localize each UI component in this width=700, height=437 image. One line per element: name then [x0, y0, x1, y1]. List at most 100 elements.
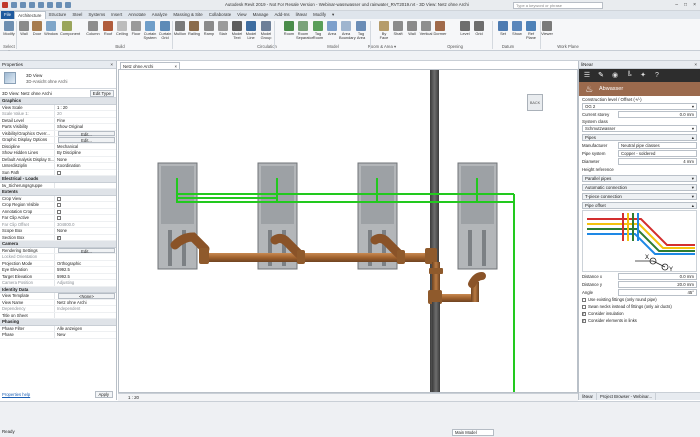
- measure-icon[interactable]: [56, 2, 62, 8]
- parallel-pipes-section[interactable]: Parallel pipes ▾: [582, 175, 697, 182]
- area-boundary-button[interactable]: Area Boundary: [339, 21, 356, 41]
- tab-manage[interactable]: Manage: [250, 11, 272, 19]
- property-checkbox[interactable]: [57, 196, 61, 201]
- tab-structure[interactable]: Structure: [46, 11, 70, 19]
- ribbon-group-room-area[interactable]: Room & Area ▾: [352, 44, 412, 49]
- property-checkbox[interactable]: [57, 203, 61, 207]
- property-value[interactable]: None: [54, 228, 116, 234]
- property-value[interactable]: [54, 208, 116, 214]
- property-value[interactable]: 5992.5: [54, 273, 116, 279]
- view-cube[interactable]: BACK: [527, 94, 543, 111]
- window-controls[interactable]: – □ ×: [675, 2, 696, 8]
- distance-y-input[interactable]: 20.0 mm: [618, 281, 697, 288]
- ref-plane-button[interactable]: Ref Plane: [524, 21, 538, 41]
- option-consider-elements-in-links[interactable]: Consider elements in links: [582, 318, 697, 324]
- wall-button[interactable]: Wall: [405, 21, 419, 36]
- property-value[interactable]: 5992.5: [54, 267, 116, 273]
- mullion-button[interactable]: Mullion: [173, 21, 187, 36]
- tab-collaborate[interactable]: Collaborate: [206, 11, 234, 19]
- checkbox[interactable]: [582, 298, 586, 302]
- room-separator-button[interactable]: Room Separator: [296, 21, 313, 41]
- viewer-button[interactable]: Viewer: [540, 21, 554, 36]
- modify-button[interactable]: Modify: [2, 21, 16, 36]
- option-consider-insulation[interactable]: Consider insulation: [582, 311, 697, 317]
- tab-linear[interactable]: liNear: [293, 11, 310, 19]
- tag-area-button[interactable]: Tag Area: [354, 21, 368, 41]
- room-button[interactable]: Room: [282, 21, 296, 36]
- floor-button[interactable]: Floor: [129, 21, 143, 36]
- revit-logo-icon[interactable]: [2, 2, 8, 8]
- stair-button[interactable]: Stair: [216, 21, 230, 36]
- property-value[interactable]: Edit...: [54, 137, 116, 143]
- property-value[interactable]: None: [54, 156, 116, 162]
- property-value[interactable]: Alle anzeigen: [54, 325, 116, 331]
- distance-x-input[interactable]: 0.0 mm: [618, 273, 697, 280]
- workset-select[interactable]: Main Model: [452, 429, 494, 436]
- tab-file[interactable]: File: [1, 11, 15, 19]
- option-use-existing-fittings-only-round-pipe[interactable]: Use existing fittings (only round pipe): [582, 297, 697, 303]
- close-icon[interactable]: ×: [693, 2, 696, 8]
- edit-type-button[interactable]: Edit Type: [89, 90, 114, 97]
- tab-more[interactable]: ▾: [329, 11, 337, 19]
- column-button[interactable]: Column: [86, 21, 100, 36]
- level-button[interactable]: Level: [458, 21, 472, 36]
- pencil-icon[interactable]: ✎: [597, 72, 605, 80]
- property-edit-button[interactable]: Edit...: [58, 137, 115, 143]
- property-value[interactable]: Netz ohne Archi: [54, 299, 116, 305]
- property-checkbox[interactable]: [57, 216, 61, 220]
- property-value[interactable]: Orthographic: [54, 260, 116, 266]
- tab-add-ins[interactable]: Add-Ins: [271, 11, 292, 19]
- automatic-connection-section[interactable]: Automatic connection ▾: [582, 184, 697, 191]
- model-text-button[interactable]: Model Text: [230, 21, 244, 41]
- property-value[interactable]: Show Original: [54, 124, 116, 130]
- tab-systems[interactable]: Systems: [85, 11, 108, 19]
- vertical-button[interactable]: Vertical: [419, 21, 433, 36]
- manufacturer-select[interactable]: Neutral pipe classes: [618, 142, 697, 149]
- component-button[interactable]: Component: [60, 21, 80, 36]
- bucket-icon[interactable]: ◉: [611, 72, 619, 80]
- property-checkbox[interactable]: [57, 235, 61, 240]
- panel-tab-linear[interactable]: liNear: [579, 393, 597, 400]
- option-swan-necks-instead-of-fittings-only-air-ducts[interactable]: Swan necks instead of fittings (only air…: [582, 304, 697, 310]
- property-value[interactable]: [54, 312, 116, 318]
- property-value[interactable]: Fine: [54, 117, 116, 123]
- text-icon[interactable]: [65, 2, 71, 8]
- panel-tab-project-browser-webinar[interactable]: Project Browser - Webinar...: [597, 393, 656, 400]
- property-checkbox[interactable]: [57, 170, 61, 175]
- redo-icon[interactable]: [38, 2, 44, 8]
- property-value[interactable]: New: [54, 332, 116, 338]
- window-button[interactable]: Window: [44, 21, 58, 36]
- property-value[interactable]: [54, 169, 116, 175]
- close-icon[interactable]: ×: [694, 61, 697, 69]
- area-button[interactable]: Area: [325, 21, 339, 36]
- curtain-system-button[interactable]: Curtain System: [143, 21, 157, 41]
- pipe-icon[interactable]: ╚: [625, 72, 633, 80]
- roof-button[interactable]: Roof: [101, 21, 115, 36]
- angle-select[interactable]: 45°: [618, 289, 697, 296]
- wall-button[interactable]: Wall: [17, 21, 31, 36]
- property-value[interactable]: <None>: [54, 293, 116, 299]
- help-icon[interactable]: ?: [653, 72, 661, 80]
- property-value[interactable]: [54, 202, 116, 208]
- pipe-system-select[interactable]: Copper - soldered: [618, 150, 697, 157]
- by-face-button[interactable]: By Face: [377, 21, 391, 41]
- ramp-button[interactable]: Ramp: [202, 21, 216, 36]
- model-line-button[interactable]: Model Line: [244, 21, 258, 41]
- open-icon[interactable]: [11, 2, 17, 8]
- dormer-button[interactable]: Dormer: [433, 21, 447, 36]
- quick-access-toolbar[interactable]: [2, 2, 71, 8]
- search-input[interactable]: Type a keyword or phrase: [513, 2, 603, 9]
- property-edit-button[interactable]: <None>: [58, 293, 115, 299]
- shaft-button[interactable]: Shaft: [391, 21, 405, 36]
- undo-icon[interactable]: [29, 2, 35, 8]
- property-value[interactable]: Edit...: [54, 247, 116, 253]
- settings-sliders-icon[interactable]: ☰: [583, 72, 591, 80]
- property-checkbox[interactable]: [57, 209, 61, 214]
- pipes-section[interactable]: Pipes ▴: [582, 134, 697, 141]
- diameter-select[interactable]: 4 mm: [618, 158, 697, 165]
- pipe-offset-section[interactable]: Pipe offset ▴: [582, 202, 697, 209]
- railing-button[interactable]: Railing: [187, 21, 201, 36]
- 3d-view-canvas[interactable]: [118, 69, 578, 393]
- checkbox[interactable]: [582, 311, 586, 317]
- grid-button[interactable]: Grid: [472, 21, 486, 36]
